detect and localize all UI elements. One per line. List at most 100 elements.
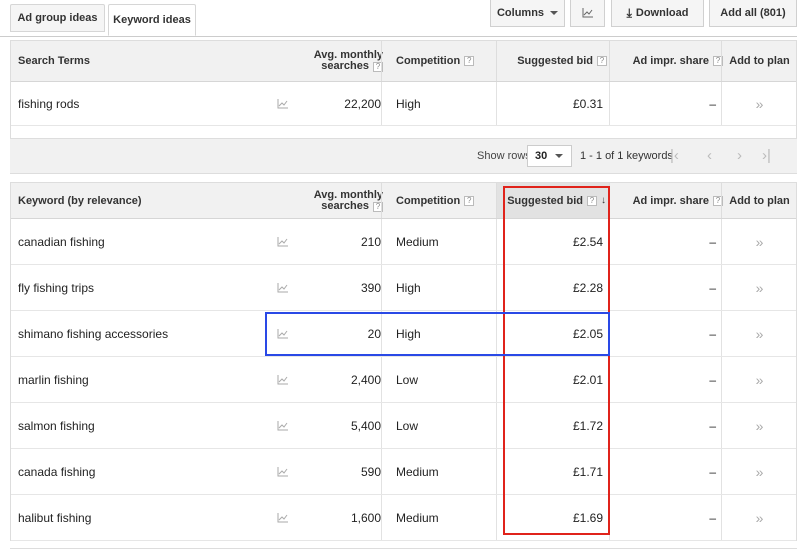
- search-terms-table: Search Terms Avg. monthly searches? Comp…: [10, 40, 797, 138]
- trend-chart-button[interactable]: [273, 449, 293, 494]
- competition-cell: Low: [396, 372, 419, 387]
- tab-keyword-ideas[interactable]: Keyword ideas: [108, 4, 196, 36]
- searches-cell: 22,200: [344, 96, 381, 111]
- competition-cell: Medium: [396, 464, 439, 479]
- pagination-bar: Show rows 30 1 - 1 of 1 keywords |‹ ‹ › …: [10, 138, 797, 174]
- table-bottom-border: [10, 548, 797, 549]
- add-to-plan-button[interactable]: »: [721, 449, 797, 494]
- header-competition[interactable]: Competition?: [388, 41, 496, 81]
- chevron-down-icon: [550, 11, 559, 15]
- add-to-plan-button[interactable]: »: [721, 357, 797, 402]
- table-row: fly fishing trips 390 High £2.28–»: [11, 265, 796, 311]
- row-highlight: [265, 312, 610, 356]
- table-header: Search Terms Avg. monthly searches? Comp…: [11, 40, 796, 82]
- line-chart-icon: [277, 236, 288, 246]
- keyword-cell: canadian fishing: [18, 234, 105, 249]
- header-ad-impr-share[interactable]: Ad impr. share?: [614, 183, 726, 218]
- last-page-button[interactable]: ›|: [762, 147, 771, 165]
- trend-chart-button[interactable]: [273, 265, 293, 310]
- download-button[interactable]: ⤓ Download: [611, 0, 704, 27]
- download-icon: ⤓: [626, 6, 632, 20]
- add-to-plan-button[interactable]: »: [721, 82, 797, 125]
- next-page-button[interactable]: ›: [737, 147, 742, 165]
- searches-cell: 390: [360, 280, 381, 295]
- header-add-to-plan: Add to plan: [729, 55, 790, 67]
- help-icon[interactable]: ?: [464, 56, 475, 66]
- header-avg-searches[interactable]: Avg. monthly searches?: [273, 183, 383, 218]
- add-to-plan-button[interactable]: »: [721, 265, 797, 310]
- keyword-cell: fishing rods: [18, 96, 80, 111]
- help-icon[interactable]: ?: [464, 195, 475, 206]
- competition-cell: High: [396, 96, 421, 111]
- trend-chart-button[interactable]: [273, 495, 293, 540]
- tab-ad-group-ideas[interactable]: Ad group ideas: [10, 4, 105, 32]
- line-chart-icon: [277, 98, 288, 108]
- top-toolbar: Ad group ideas Keyword ideas Columns ⤓ D…: [0, 0, 797, 36]
- bid-cell: £0.31: [572, 96, 603, 111]
- table-row: halibut fishing 1,600 Medium £1.69–»: [11, 495, 796, 541]
- keyword-cell: halibut fishing: [18, 510, 92, 525]
- help-icon[interactable]: ?: [597, 56, 607, 66]
- competition-cell: High: [396, 280, 421, 295]
- rows-per-page-select[interactable]: 30: [527, 145, 572, 167]
- table-row: fishing rods 22,200 High £0.31 – »: [11, 82, 796, 126]
- download-label: Download: [635, 7, 689, 19]
- add-to-plan-button[interactable]: »: [721, 495, 797, 540]
- trend-chart-button[interactable]: [273, 82, 293, 125]
- line-chart-icon: [582, 8, 593, 18]
- chart-toggle-button[interactable]: [570, 0, 605, 27]
- suggested-bid-highlight: [503, 186, 610, 535]
- table-row: canada fishing 590 Medium £1.71–»: [11, 449, 796, 495]
- impr-share-cell: –: [709, 326, 716, 341]
- table-row: salmon fishing 5,400 Low £1.72–»: [11, 403, 796, 449]
- competition-cell: Medium: [396, 234, 439, 249]
- add-to-plan-button[interactable]: »: [721, 219, 797, 264]
- competition-cell: Medium: [396, 510, 439, 525]
- line-chart-icon: [277, 420, 288, 430]
- trend-chart-button[interactable]: [273, 357, 293, 402]
- header-avg-searches[interactable]: Avg. monthly searches?: [273, 41, 383, 81]
- line-chart-icon: [277, 282, 288, 292]
- searches-cell: 5,400: [350, 418, 381, 433]
- table-spacer: [11, 126, 796, 138]
- header-avg-line2: searches?: [321, 200, 383, 212]
- header-competition[interactable]: Competition?: [388, 183, 496, 218]
- impr-share-cell: –: [709, 372, 716, 387]
- searches-cell: 590: [360, 464, 381, 479]
- header-keyword[interactable]: Keyword (by relevance): [18, 183, 268, 218]
- searches-cell: 1,600: [350, 510, 381, 525]
- line-chart-icon: [277, 374, 288, 384]
- keyword-cell: shimano fishing accessories: [18, 326, 169, 341]
- trend-chart-button[interactable]: [273, 403, 293, 448]
- add-all-button[interactable]: Add all (801): [709, 0, 797, 27]
- first-page-button[interactable]: |‹: [670, 147, 679, 165]
- table-header: Keyword (by relevance) Avg. monthly sear…: [11, 182, 796, 219]
- pagination-range: 1 - 1 of 1 keywords: [580, 150, 673, 162]
- prev-page-button[interactable]: ‹: [707, 147, 712, 165]
- keyword-cell: salmon fishing: [18, 418, 95, 433]
- keyword-ideas-rows: canadian fishing 210 Medium £2.54–» fly fish…: [11, 219, 796, 541]
- columns-label: Columns: [496, 7, 545, 19]
- header-add-to-plan: Add to plan: [729, 194, 790, 207]
- impr-share-cell: –: [709, 510, 716, 525]
- chevron-down-icon: [555, 154, 564, 158]
- header-suggested-bid[interactable]: Suggested bid?: [498, 41, 609, 81]
- line-chart-icon: [277, 466, 288, 476]
- trend-chart-button[interactable]: [273, 219, 293, 264]
- competition-cell: Low: [396, 418, 419, 433]
- header-keyword: Search Terms: [18, 55, 90, 67]
- keyword-ideas-table: Keyword (by relevance) Avg. monthly sear…: [10, 182, 797, 541]
- keyword-cell: marlin fishing: [18, 372, 89, 387]
- table-row: marlin fishing 2,400 Low £2.01–»: [11, 357, 796, 403]
- impr-share-cell: –: [709, 418, 716, 433]
- header-ad-impr-share[interactable]: Ad impr. share?: [614, 41, 726, 81]
- keyword-cell: canada fishing: [18, 464, 96, 479]
- searches-cell: 210: [360, 234, 381, 249]
- add-to-plan-button[interactable]: »: [721, 311, 797, 356]
- line-chart-icon: [277, 512, 288, 522]
- add-to-plan-button[interactable]: »: [721, 403, 797, 448]
- impr-share-cell: –: [709, 234, 716, 249]
- searches-cell: 2,400: [350, 372, 381, 387]
- columns-button[interactable]: Columns: [490, 0, 565, 27]
- keyword-cell: fly fishing trips: [18, 280, 95, 295]
